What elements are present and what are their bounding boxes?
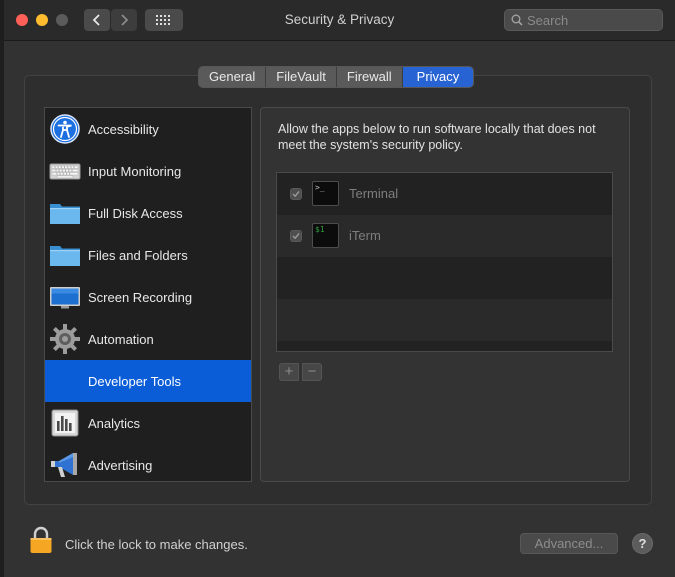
checkmark-icon xyxy=(292,233,300,240)
sidebar-item-label: Automation xyxy=(88,331,154,347)
sidebar-item-screen-recording[interactable]: Screen Recording xyxy=(45,276,251,318)
search-field[interactable] xyxy=(504,9,663,31)
megaphone-icon xyxy=(51,453,77,477)
app-name-terminal: Terminal xyxy=(349,186,399,201)
sidebar-item-label: Analytics xyxy=(88,415,141,431)
list-item xyxy=(277,299,612,341)
gear-icon xyxy=(50,324,80,354)
sidebar-item-files-and-folders[interactable]: Files and Folders xyxy=(45,234,251,276)
app-list[interactable]: >_ Terminal $1 iTerm xyxy=(276,172,613,352)
help-button[interactable]: ? xyxy=(632,533,653,554)
developer-tools-icon xyxy=(49,365,81,397)
display-icon xyxy=(50,287,80,309)
sidebar-item-developer-tools[interactable]: Developer Tools xyxy=(45,360,251,402)
sidebar-item-label: Files and Folders xyxy=(88,247,188,263)
accessibility-icon xyxy=(50,114,80,144)
checkmark-icon xyxy=(292,191,300,198)
tab-firewall[interactable]: Firewall xyxy=(336,67,403,87)
iterm-checkbox[interactable] xyxy=(290,230,302,242)
search-input[interactable] xyxy=(527,12,647,28)
sidebar-item-label: Full Disk Access xyxy=(88,205,183,221)
sidebar-item-advertising[interactable]: Advertising xyxy=(45,444,251,481)
developer-tools-description: Allow the apps below to run software loc… xyxy=(278,122,596,152)
terminal-icon: >_ xyxy=(312,181,339,206)
terminal-checkbox[interactable] xyxy=(290,188,302,200)
advanced-button[interactable]: Advanced... xyxy=(520,533,618,554)
list-item xyxy=(277,257,612,299)
sidebar-item-label: Screen Recording xyxy=(88,289,193,305)
sidebar-item-automation[interactable]: Automation xyxy=(45,318,251,360)
lock-icon[interactable] xyxy=(29,526,53,554)
privacy-category-list[interactable]: Accessibility Input Monitoring Full Disk… xyxy=(44,107,252,482)
folder-icon xyxy=(50,246,80,266)
terminal-icon-glyph: >_ xyxy=(315,183,325,192)
sidebar-item-accessibility[interactable]: Accessibility xyxy=(45,108,251,150)
list-item xyxy=(277,341,612,351)
search-icon xyxy=(511,14,523,26)
sidebar-item-label: Input Monitoring xyxy=(88,163,182,179)
tab-bar: General FileVault Firewall Privacy xyxy=(198,66,475,88)
tab-privacy[interactable]: Privacy xyxy=(402,67,474,87)
folder-icon xyxy=(50,204,80,224)
iterm-icon-glyph: $1 xyxy=(315,225,325,234)
analytics-icon xyxy=(51,409,79,437)
tab-general[interactable]: General xyxy=(199,67,267,87)
sidebar-item-label: Accessibility xyxy=(88,121,159,137)
sidebar-item-label: Developer Tools xyxy=(88,373,181,389)
remove-app-button[interactable]: − xyxy=(302,363,322,381)
keyboard-icon xyxy=(49,163,81,180)
add-app-button[interactable]: + xyxy=(279,363,299,381)
sidebar-item-analytics[interactable]: Analytics xyxy=(45,402,251,444)
title-bar: Security & Privacy xyxy=(4,0,675,41)
sidebar-item-input-monitoring[interactable]: Input Monitoring xyxy=(45,150,251,192)
iterm-icon: $1 xyxy=(312,223,339,248)
list-item[interactable]: $1 iTerm xyxy=(277,215,612,257)
tab-filevault[interactable]: FileVault xyxy=(266,67,337,87)
sidebar-item-full-disk-access[interactable]: Full Disk Access xyxy=(45,192,251,234)
sidebar-item-label: Advertising xyxy=(88,457,153,473)
app-name-iterm: iTerm xyxy=(349,228,381,243)
lock-status-text: Click the lock to make changes. xyxy=(65,537,248,552)
preferences-window: Security & Privacy General FileVault Fir… xyxy=(4,0,675,577)
list-item[interactable]: >_ Terminal xyxy=(277,173,612,215)
